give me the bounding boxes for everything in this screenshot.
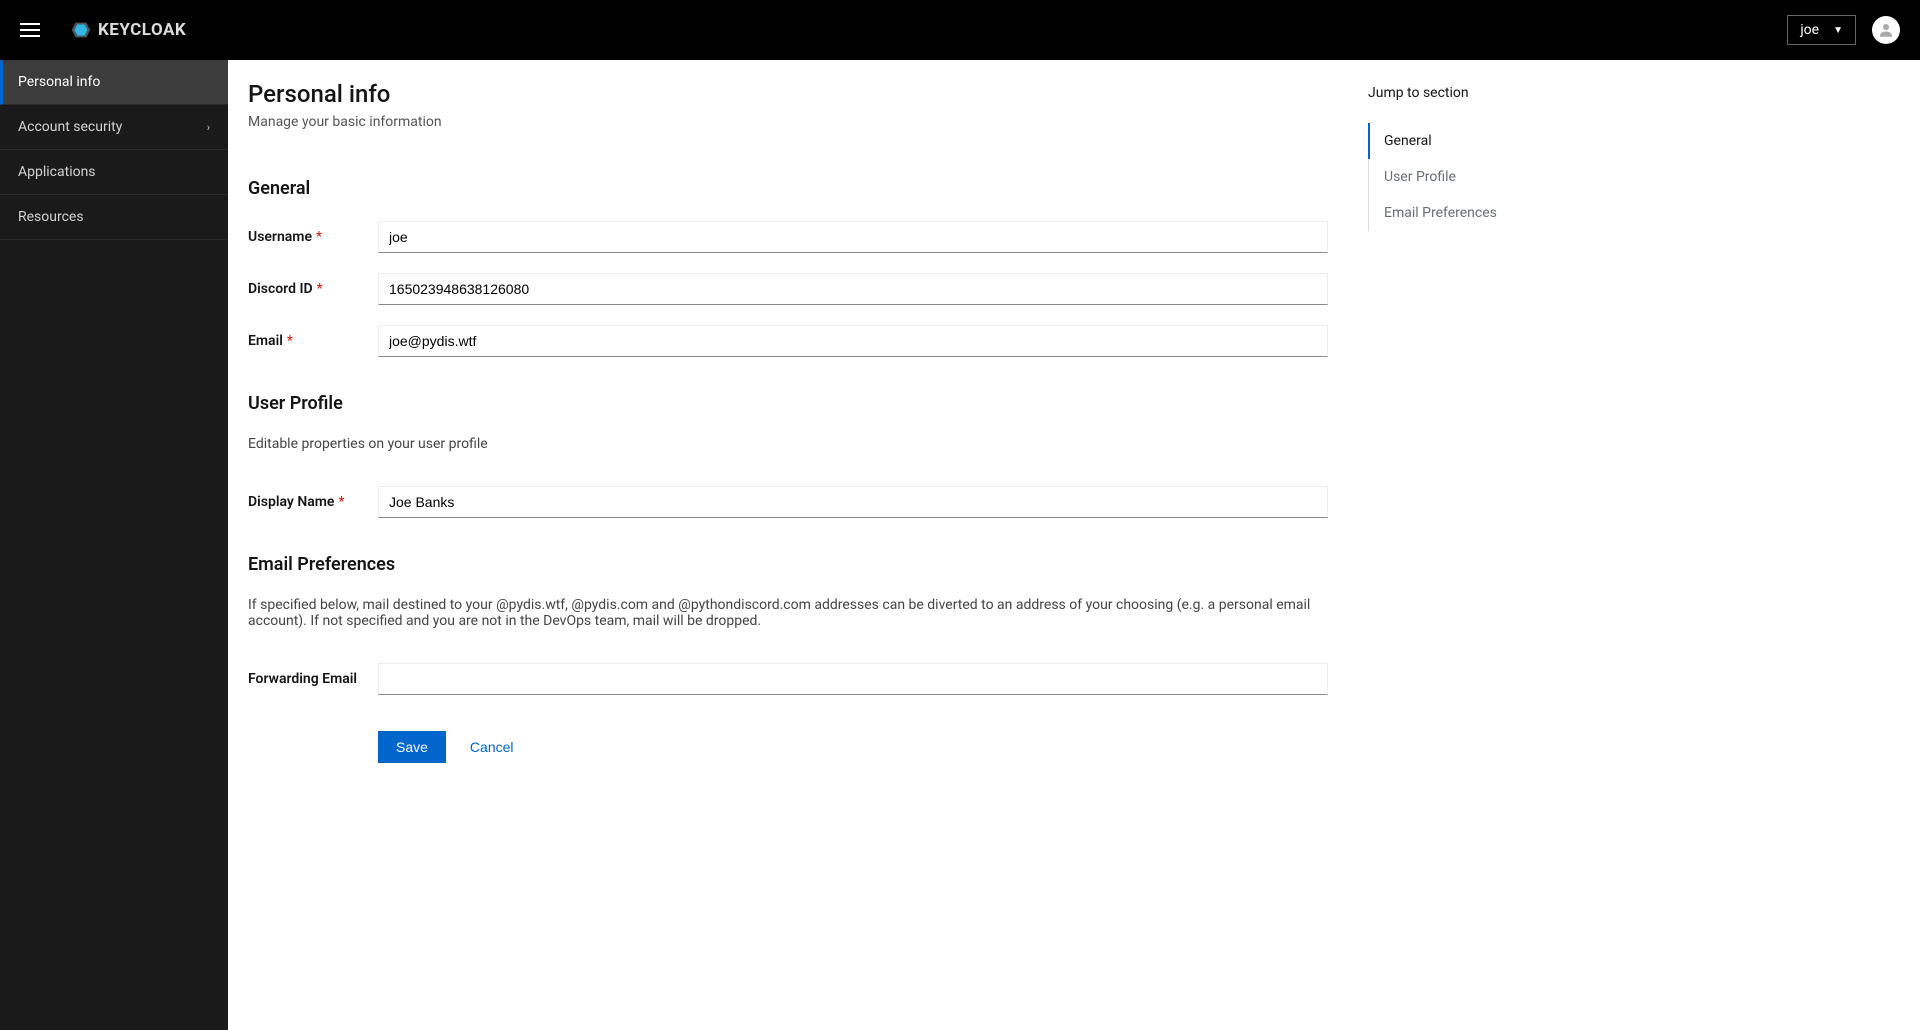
sidebar: Personal info Account security › Applica… xyxy=(0,60,228,1030)
sidebar-item-label: Applications xyxy=(18,164,96,180)
display-name-input[interactable] xyxy=(378,486,1328,518)
username-input[interactable] xyxy=(378,221,1328,253)
caret-down-icon: ▼ xyxy=(1833,25,1843,36)
section-general: General Username* Discord ID* Email* xyxy=(248,178,1328,357)
avatar[interactable] xyxy=(1872,16,1900,44)
sidebar-item-label: Resources xyxy=(18,209,84,225)
jump-nav-title: Jump to section xyxy=(1368,85,1568,101)
sidebar-item-applications[interactable]: Applications xyxy=(0,150,228,195)
logo[interactable]: KEYCLOAK xyxy=(70,19,186,41)
header: KEYCLOAK joe ▼ xyxy=(0,0,1920,60)
form-row-email: Email* xyxy=(248,325,1328,357)
sidebar-item-account-security[interactable]: Account security › xyxy=(0,105,228,150)
forwarding-email-input[interactable] xyxy=(378,663,1328,695)
label-forwarding-email: Forwarding Email xyxy=(248,671,378,687)
section-email-preferences: Email Preferences If specified below, ma… xyxy=(248,554,1328,695)
section-desc: Editable properties on your user profile xyxy=(248,436,1328,452)
jump-nav-item-general[interactable]: General xyxy=(1368,123,1568,159)
jump-nav-item-user-profile[interactable]: User Profile xyxy=(1368,159,1568,195)
label-username: Username* xyxy=(248,229,378,245)
email-input[interactable] xyxy=(378,325,1328,357)
section-desc: If specified below, mail destined to you… xyxy=(248,597,1328,629)
jump-nav-list: General User Profile Email Preferences xyxy=(1368,123,1568,231)
actions: Save Cancel xyxy=(378,731,1328,763)
sidebar-item-label: Personal info xyxy=(18,74,100,90)
cancel-button[interactable]: Cancel xyxy=(470,739,514,755)
sidebar-item-label: Account security xyxy=(18,119,122,135)
logo-icon xyxy=(70,19,92,41)
section-title: Email Preferences xyxy=(248,554,1328,575)
sidebar-item-personal-info[interactable]: Personal info xyxy=(0,60,228,105)
header-right: joe ▼ xyxy=(1787,15,1900,45)
form-row-forwarding-email: Forwarding Email xyxy=(248,663,1328,695)
section-title: General xyxy=(248,178,1328,199)
label-discord-id: Discord ID* xyxy=(248,281,378,297)
section-title: User Profile xyxy=(248,393,1328,414)
page-subtitle: Manage your basic information xyxy=(248,114,1328,130)
user-icon xyxy=(1877,21,1895,39)
hamburger-icon[interactable] xyxy=(20,23,40,37)
form-row-username: Username* xyxy=(248,221,1328,253)
label-display-name: Display Name* xyxy=(248,494,378,510)
form-row-discord-id: Discord ID* xyxy=(248,273,1328,305)
jump-nav: Jump to section General User Profile Ema… xyxy=(1368,80,1568,1010)
form-row-display-name: Display Name* xyxy=(248,486,1328,518)
discord-id-input[interactable] xyxy=(378,273,1328,305)
logo-text: KEYCLOAK xyxy=(98,20,186,40)
label-email: Email* xyxy=(248,333,378,349)
page-title: Personal info xyxy=(248,80,1328,108)
content: Personal info Manage your basic informat… xyxy=(248,80,1328,1010)
main: Personal info Manage your basic informat… xyxy=(228,60,1920,1030)
user-dropdown[interactable]: joe ▼ xyxy=(1787,15,1856,45)
chevron-right-icon: › xyxy=(207,121,210,134)
jump-nav-item-email-preferences[interactable]: Email Preferences xyxy=(1368,195,1568,231)
container: Personal info Account security › Applica… xyxy=(0,60,1920,1030)
user-label: joe xyxy=(1800,22,1819,38)
save-button[interactable]: Save xyxy=(378,731,446,763)
section-user-profile: User Profile Editable properties on your… xyxy=(248,393,1328,518)
sidebar-item-resources[interactable]: Resources xyxy=(0,195,228,240)
header-left: KEYCLOAK xyxy=(20,19,186,41)
